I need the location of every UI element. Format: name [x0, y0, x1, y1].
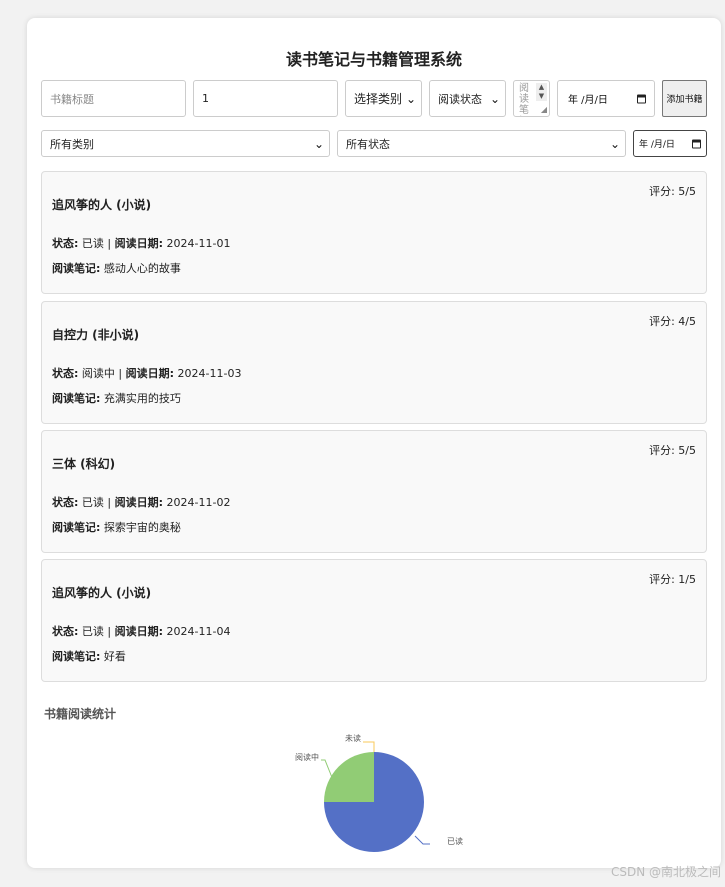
- pie-label: 已读: [447, 836, 463, 846]
- pie-label-line: [363, 741, 375, 752]
- main-card: 读书笔记与书籍管理系统 书籍标题 1 选择类别 ⌄ 阅读状态 ⌄ 阅读笔记 ▲▼…: [27, 18, 721, 868]
- reading-status-pie-chart: 已读 阅读中 未读: [295, 733, 463, 852]
- pie-label-line: [414, 835, 430, 845]
- pie-label: 阅读中: [295, 752, 319, 762]
- watermark: CSDN @南北极之间: [610, 865, 721, 879]
- pie-label: 未读: [345, 733, 361, 743]
